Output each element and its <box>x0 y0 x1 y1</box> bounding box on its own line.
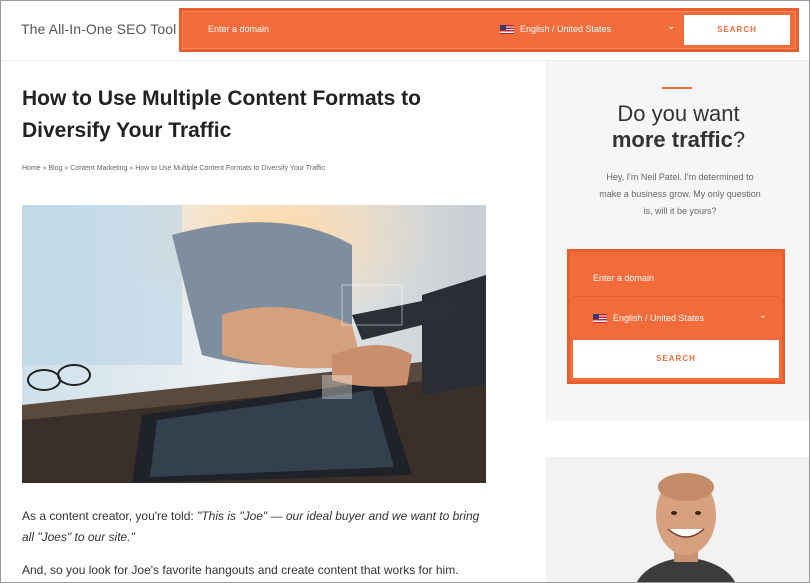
page-frame: The All-In-One SEO Tool Enter a domain E… <box>0 0 810 583</box>
sidebar-language-select[interactable]: English / United States ⌄ <box>573 299 779 337</box>
chevron-down-icon: ⌄ <box>758 310 767 321</box>
hero-illustration <box>22 205 486 483</box>
sidebar-heading-line1: Do you want <box>617 101 740 126</box>
sidebar-heading-bold: more traffic <box>611 127 733 152</box>
page-title: How to Use Multiple Content Formats to D… <box>22 87 421 142</box>
chevron-down-icon[interactable]: ⌄ <box>667 21 675 32</box>
paragraph-lead: As a content creator, you're told: <box>22 509 198 523</box>
brand-logo[interactable]: The All-In-One SEO Tool <box>21 21 176 37</box>
article-paragraph: As a content creator, you're told: "This… <box>22 506 492 548</box>
sidebar-domain-placeholder: Enter a domain <box>593 273 655 283</box>
breadcrumb[interactable]: Home » Blog » Content Marketing » How to… <box>22 165 325 172</box>
sidebar-heading-mark: ? <box>732 127 746 152</box>
author-illustration <box>546 457 809 582</box>
sidebar-cta: Do you want more traffic? Hey, I'm Neil … <box>546 61 809 421</box>
us-flag-icon <box>500 24 514 34</box>
us-flag-icon <box>593 313 607 323</box>
sidebar-language-label: English / United States <box>613 313 705 323</box>
header-language-label: English / United States <box>520 24 612 34</box>
sidebar-divider <box>662 87 692 89</box>
author-photo <box>546 457 809 582</box>
header-search-button[interactable]: SEARCH <box>684 15 790 45</box>
sidebar-search-button[interactable]: SEARCH <box>573 340 779 378</box>
sidebar-heading-line2: more traffic? <box>547 127 809 153</box>
article-paragraph-2: And, so you look for Joe's favorite hang… <box>22 563 459 577</box>
header-domain-input[interactable]: Enter a domain <box>208 24 269 34</box>
header: The All-In-One SEO Tool Enter a domain E… <box>1 1 809 61</box>
header-search-bar: Enter a domain English / United States ⌄… <box>179 8 799 52</box>
sidebar-search-form: Enter a domain English / United States ⌄… <box>567 249 785 384</box>
sidebar-intro-text: Hey, I'm Neil Patel. I'm determined to m… <box>599 172 761 216</box>
sidebar-domain-input[interactable]: Enter a domain <box>573 255 779 297</box>
header-language-select[interactable]: English / United States <box>500 24 611 34</box>
hero-image <box>22 205 486 483</box>
